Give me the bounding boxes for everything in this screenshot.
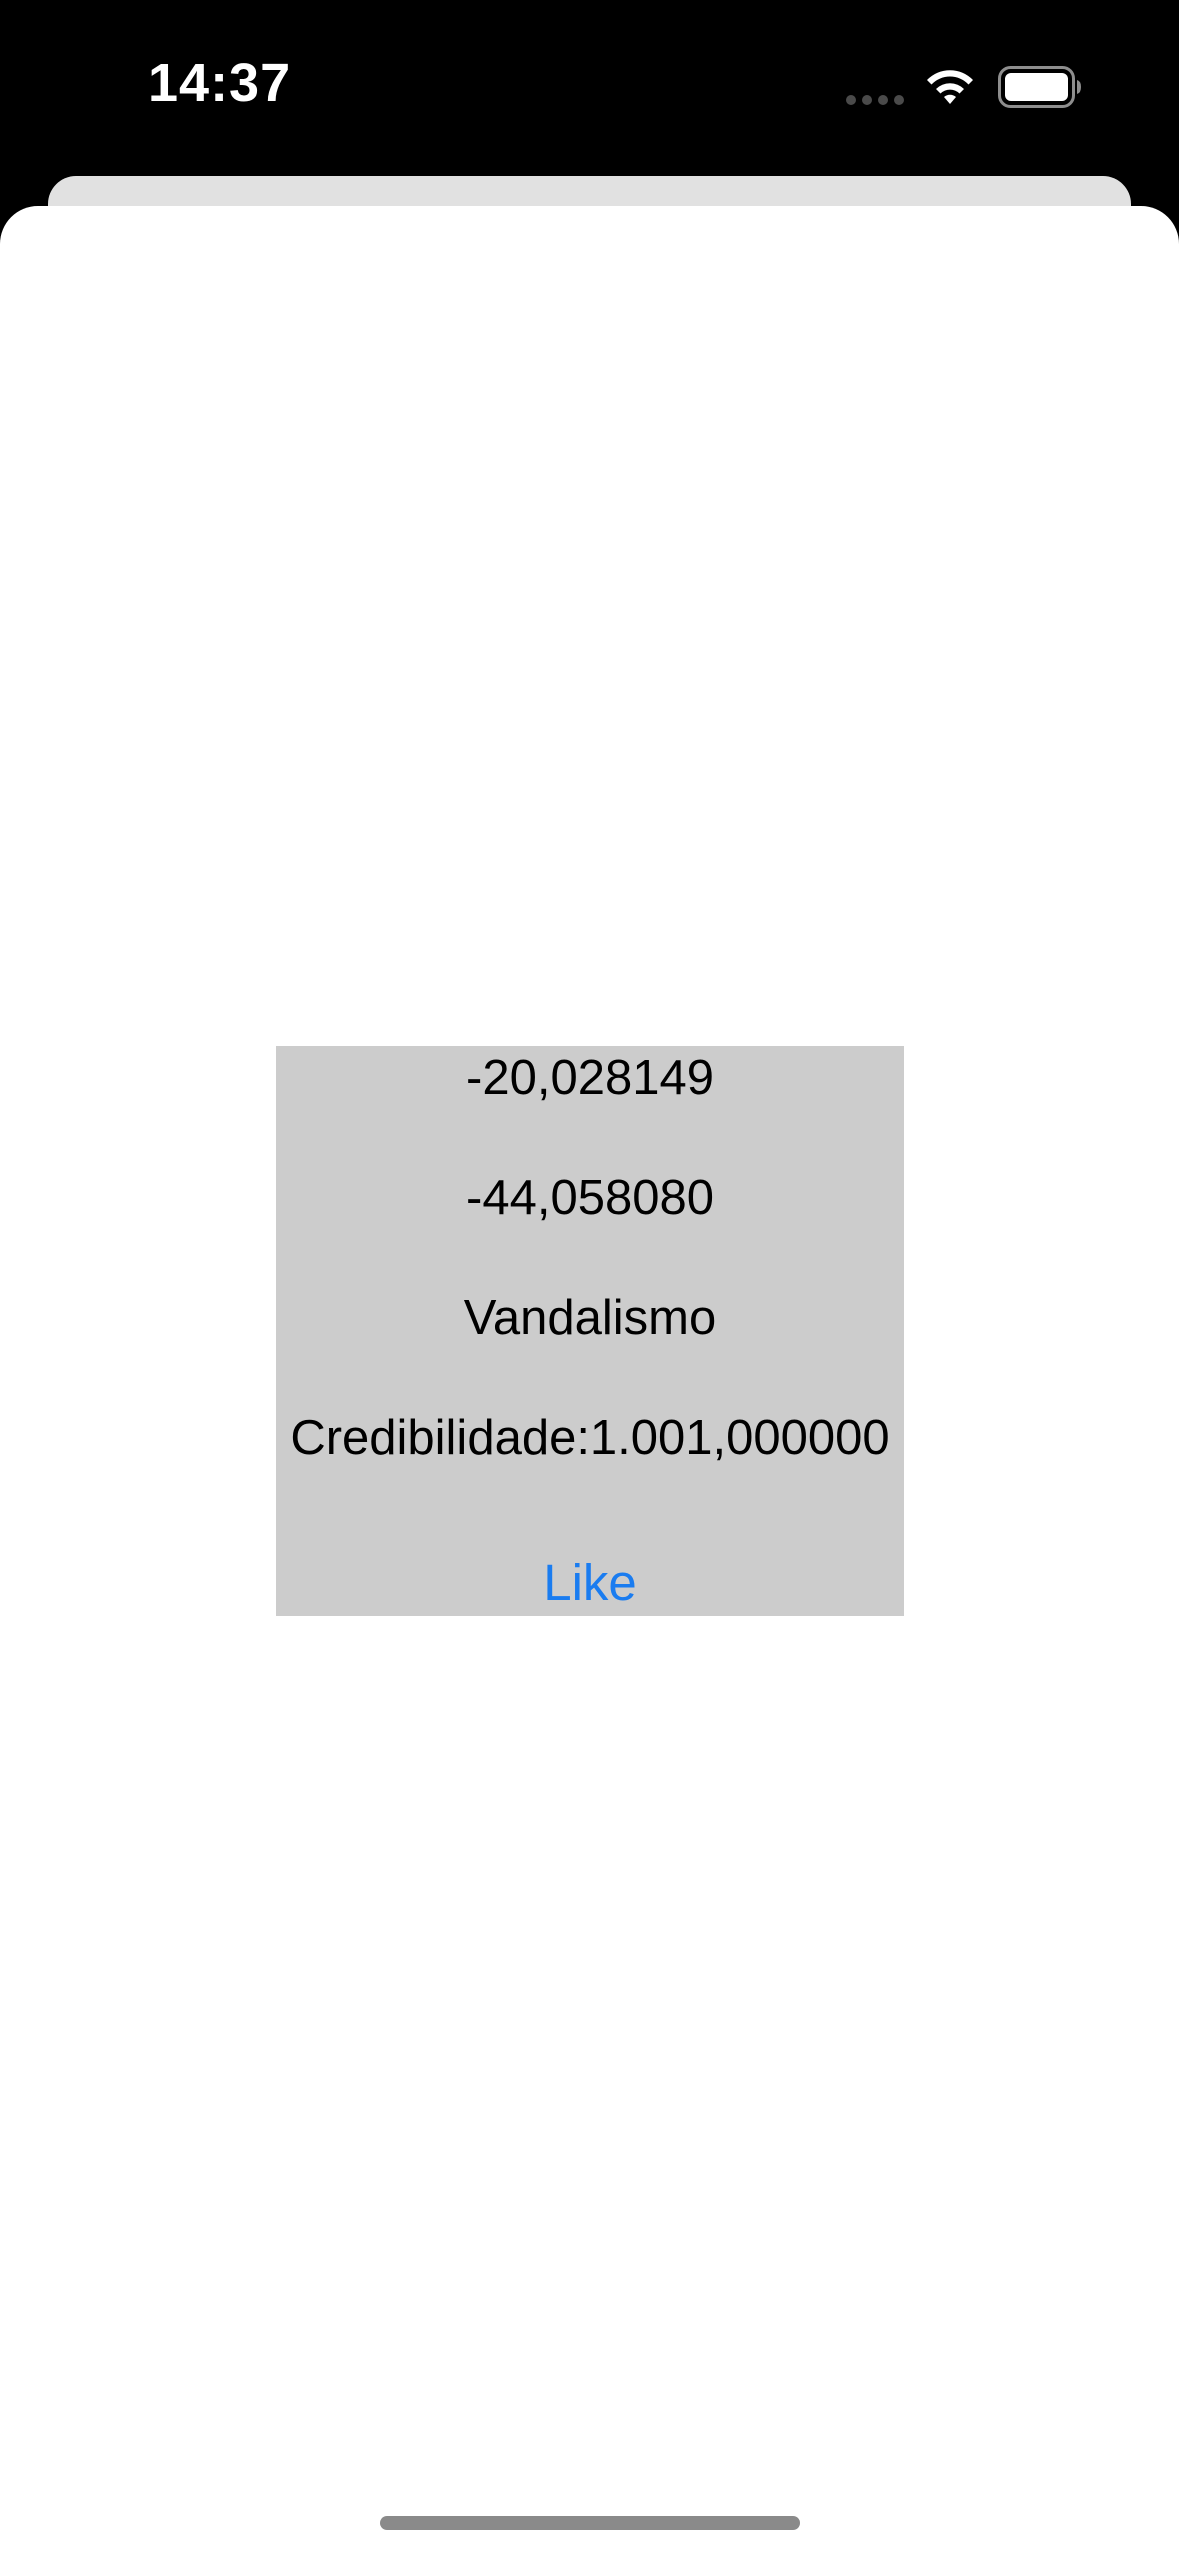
phone-screen: 14:37 -20,028149 -44,058080 Vandalismo C… (0, 0, 1179, 2556)
battery-icon (998, 66, 1081, 108)
signal-dots-icon (846, 95, 904, 105)
status-time: 14:37 (148, 53, 292, 113)
like-button[interactable]: Like (276, 1553, 904, 1613)
category-label: Vandalismo (463, 1291, 717, 1345)
credibility-label: Credibilidade:1.001,000000 (290, 1411, 890, 1465)
wifi-icon (927, 70, 973, 104)
latitude-label: -20,028149 (466, 1051, 714, 1105)
longitude-label: -44,058080 (466, 1171, 714, 1225)
home-indicator[interactable] (380, 2516, 800, 2530)
status-bar: 14:37 (0, 0, 1179, 170)
